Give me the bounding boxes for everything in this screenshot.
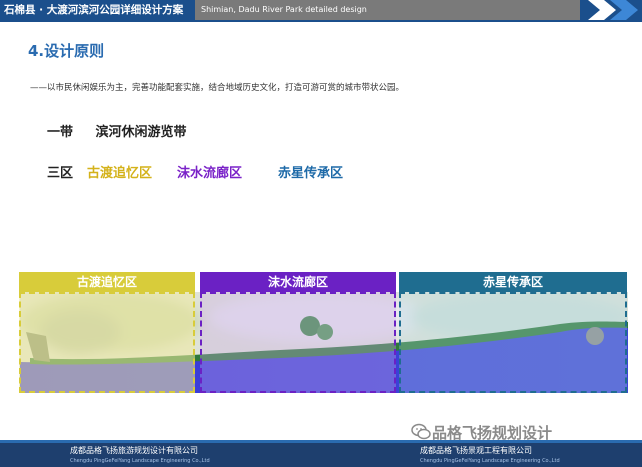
header-bar: 石棉县 · 大渡河滨河公园详细设计方案 Shimian, Dadu River … [0, 0, 642, 20]
wechat-icon [411, 423, 431, 440]
map-zone-3: 赤星传承区 [399, 272, 627, 393]
map-zone-3-area [399, 292, 627, 393]
header-title-en: Shimian, Dadu River Park detailed design [195, 0, 580, 20]
map-zone-3-label: 赤星传承区 [399, 272, 627, 292]
belt-name: 滨河休闲游览带 [95, 125, 187, 140]
header-rule [0, 20, 642, 22]
section-title: 4.设计原则 [28, 42, 105, 60]
header-arrow-icon [580, 0, 642, 20]
map-zone-1-label: 古渡追忆区 [19, 272, 195, 292]
zones-prefix: 三区 [47, 166, 74, 181]
zone-name-1: 古渡追忆区 [87, 166, 153, 181]
belt-prefix: 一带 [47, 125, 74, 140]
footer-company-left: 成都品格飞扬旅游规划设计有限公司 Chengdu PingGeFeiYang L… [70, 445, 210, 467]
map-zone-1: 古渡追忆区 [19, 272, 195, 393]
zone-name-3: 赤星传承区 [278, 166, 344, 181]
belt-row: 一带 滨河休闲游览带 [47, 121, 205, 140]
header-title-cn: 石棉县 · 大渡河滨河公园详细设计方案 [0, 0, 195, 20]
map-zone-2-label: 沫水流廊区 [200, 272, 396, 292]
footer-left-cn: 成都品格飞扬旅游规划设计有限公司 [70, 446, 198, 455]
map-zone-2-area [200, 292, 396, 393]
map-zone-2: 沫水流廊区 [200, 272, 396, 393]
footer-right-cn: 成都品格飞扬景观工程有限公司 [420, 446, 532, 455]
footer-company-right: 成都品格飞扬景观工程有限公司 Chengdu PingGeFeiYang Lan… [420, 445, 560, 467]
map-zone-1-area [19, 292, 195, 393]
footer-left-en: Chengdu PingGeFeiYang Landscape Engineer… [70, 458, 210, 464]
footer-right-en: Chengdu PingGeFeiYang Landscape Engineer… [420, 458, 560, 464]
intro-text: ——以市民休闲娱乐为主，完善功能配套实施，结合地域历史文化，打造可游可赏的城市带… [30, 83, 405, 93]
zone-name-2: 沫水流廊区 [177, 166, 243, 181]
